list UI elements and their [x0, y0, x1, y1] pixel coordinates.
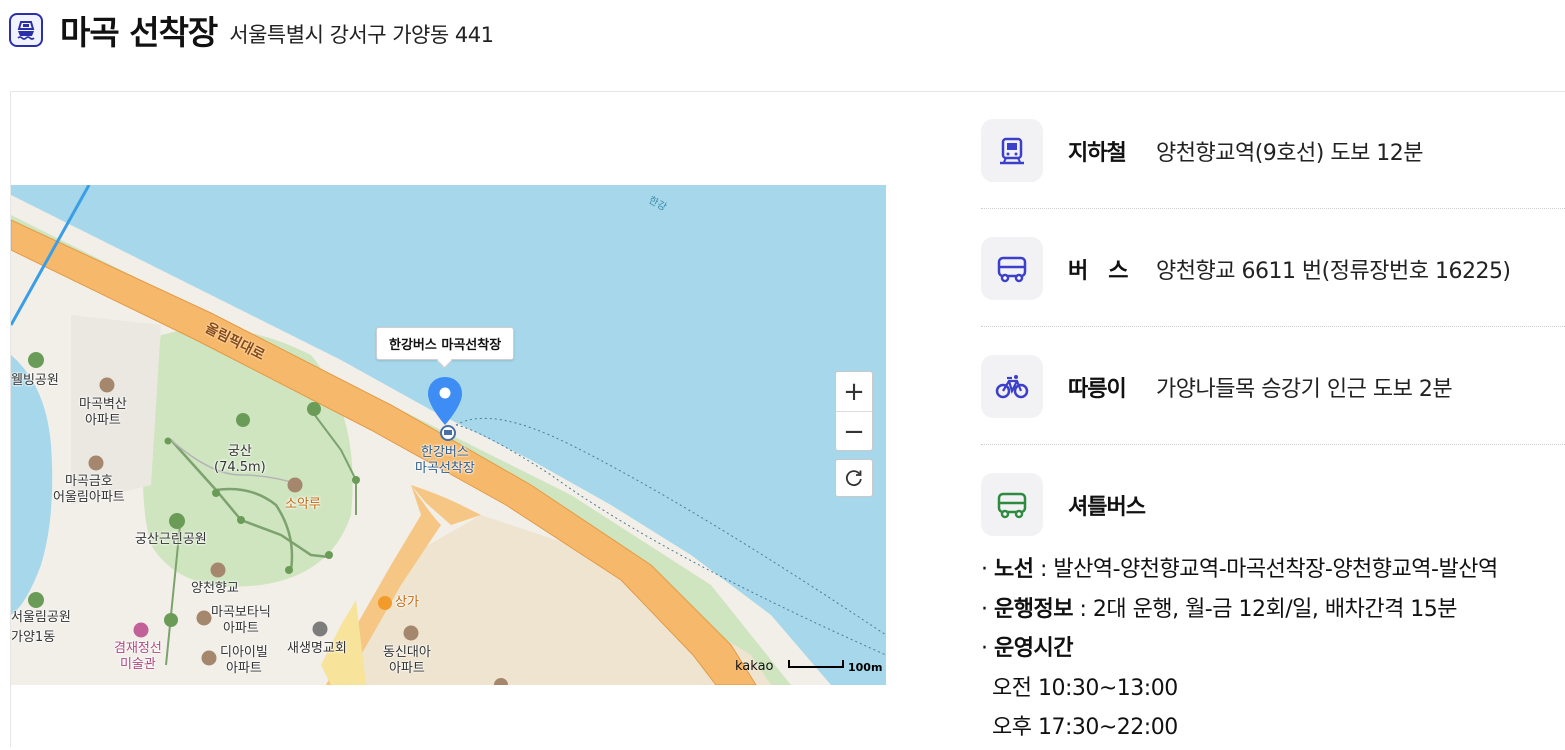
info-label: 셔틀버스 — [1068, 494, 1146, 520]
shuttle-ops: · 운행정보 : 2대 운행, 월-금 12회/일, 배차간격 15분 — [981, 596, 1458, 622]
info-label: 버 스 — [1068, 258, 1128, 284]
zoom-in-button[interactable]: + — [836, 372, 872, 412]
poi-label-line: 마곡보타닉 — [211, 605, 271, 620]
subway-icon — [981, 119, 1043, 182]
shuttle-ops-label: 운행정보 — [994, 596, 1073, 622]
poi-magok-botanic[interactable]: 마곡보타닉 아파트 — [211, 605, 271, 637]
poi-dongsin[interactable]: 동신대아 아파트 — [383, 645, 431, 677]
poi-label-line: 궁산 — [227, 444, 252, 459]
refresh-icon — [845, 470, 862, 487]
refresh-button[interactable] — [835, 459, 873, 497]
poi-saesaengmyeong[interactable]: 새생명교회 — [287, 641, 347, 657]
bicycle-icon — [981, 355, 1043, 418]
shuttle-hours-am: 오전 10:30~13:00 — [992, 675, 1178, 701]
zoom-out-button[interactable]: − — [836, 412, 872, 451]
map-attribution: kakao — [735, 659, 774, 674]
shuttle-details: · 노선 : 발산역-양천향교역-마곡선착장-양천향교역-발산역 · 운행정보 … — [981, 552, 1565, 750]
poi-label-line: 마곡벽산 — [79, 397, 127, 412]
info-row-subway: 지하철 양천향교역(9호선) 도보 12분 — [981, 119, 1565, 182]
shuttle-hours: · 운영시간 — [981, 636, 1073, 661]
poi-gyeomjae-museum[interactable]: 겸재정선 미술관 — [114, 641, 162, 673]
page-header: 마곡 선착장 서울특별시 강서구 가양동 441 — [9, 10, 494, 52]
info-label: 지하철 — [1068, 140, 1127, 166]
poi-label-line: 어울림아파트 — [53, 490, 125, 505]
poi-label-line: 아파트 — [84, 413, 121, 428]
poi-magok-geumho[interactable]: 마곡금호 어울림아파트 — [53, 474, 125, 506]
shuttle-bus-icon — [981, 473, 1043, 536]
info-row-bus: 버 스 양천향교 6611 번(정류장번호 16225) — [981, 237, 1565, 300]
poi-gungsan-park[interactable]: 궁산근린공원 — [135, 532, 207, 548]
bus-icon — [981, 237, 1043, 300]
poi-diaibel[interactable]: 디아이빌 아파트 — [220, 645, 268, 677]
poi-label-line: 마곡금호 — [64, 474, 113, 489]
transport-info: 지하철 양천향교역(9호선) 도보 12분 버 스 양천향교 6611 번(정류… — [981, 119, 1565, 536]
map-scale-bar — [788, 660, 844, 668]
poi-yangcheon-school[interactable]: 양천향교 — [191, 581, 239, 597]
map-scale-text: 100m — [848, 661, 883, 674]
shuttle-ops-value: : 2대 운행, 월-금 12회/일, 배차간격 15분 — [1072, 596, 1458, 622]
shuttle-hours-label: 운영시간 — [994, 636, 1073, 661]
divider — [981, 326, 1565, 327]
ferry-icon — [9, 13, 43, 47]
poi-label-line: 디아이빌 — [220, 645, 268, 660]
info-label: 따릉이 — [1068, 376, 1127, 402]
marker-label-line: 마곡선착장 — [415, 461, 475, 476]
poi-label-line: 겸재정선 — [114, 641, 162, 656]
poi-label-line: 아파트 — [388, 661, 425, 676]
info-value: 양천향교 6611 번(정류장번호 16225) — [1156, 258, 1511, 284]
poi-label-line: 아파트 — [222, 621, 259, 636]
info-value: 가양나들목 승강기 인근 도보 2분 — [1156, 376, 1453, 402]
poi-eoulim-park[interactable]: 서울림공원 — [11, 610, 71, 626]
poi-sangga[interactable]: 상가 — [395, 595, 419, 611]
poi-soakru[interactable]: 소악루 — [285, 497, 321, 513]
poi-gungsan[interactable]: 궁산 (74.5m) — [214, 444, 266, 476]
page-address: 서울특별시 강서구 가양동 441 — [229, 23, 494, 47]
page-title: 마곡 선착장 — [60, 13, 218, 52]
poi-label-line: 아파트 — [225, 661, 262, 676]
divider — [981, 208, 1565, 209]
poi-wellbeing-park[interactable]: 웰빙공원 — [11, 373, 59, 389]
shuttle-route-label: 노선 — [994, 557, 1034, 582]
location-pin-icon[interactable] — [426, 375, 464, 427]
shuttle-route: · 노선 : 발산역-양천향교역-마곡선착장-양천향교역-발산역 — [981, 557, 1498, 582]
shuttle-route-value: : 발산역-양천향교역-마곡선착장-양천향교역-발산역 — [1033, 557, 1498, 582]
marker-tooltip: 한강버스 마곡선착장 — [376, 327, 515, 360]
map-base — [11, 185, 886, 685]
shuttle-hours-pm: 오후 17:30~22:00 — [992, 715, 1178, 740]
map-view[interactable]: 한강 올림픽대로 웰빙공원 마곡벽산 아파트 마곡금호 어울림아파트 궁산 (7… — [11, 185, 886, 685]
poi-label-line: 동신대아 — [383, 645, 431, 660]
poi-magok-byeoksan[interactable]: 마곡벽산 아파트 — [79, 397, 127, 429]
marker-label-line: 한강버스 — [420, 445, 469, 460]
divider — [981, 444, 1565, 445]
poi-label-line: (74.5m) — [214, 460, 266, 475]
marker-label: 한강버스 마곡선착장 — [415, 445, 475, 477]
poi-gayang1[interactable]: 가양1동 — [11, 630, 55, 646]
info-row-shuttle: 셔틀버스 — [981, 473, 1565, 536]
info-row-bicycle: 따릉이 가양나들목 승강기 인근 도보 2분 — [981, 355, 1565, 418]
poi-label-line: 미술관 — [119, 657, 156, 672]
info-value: 양천향교역(9호선) 도보 12분 — [1156, 140, 1424, 166]
zoom-control: + − — [835, 371, 873, 451]
